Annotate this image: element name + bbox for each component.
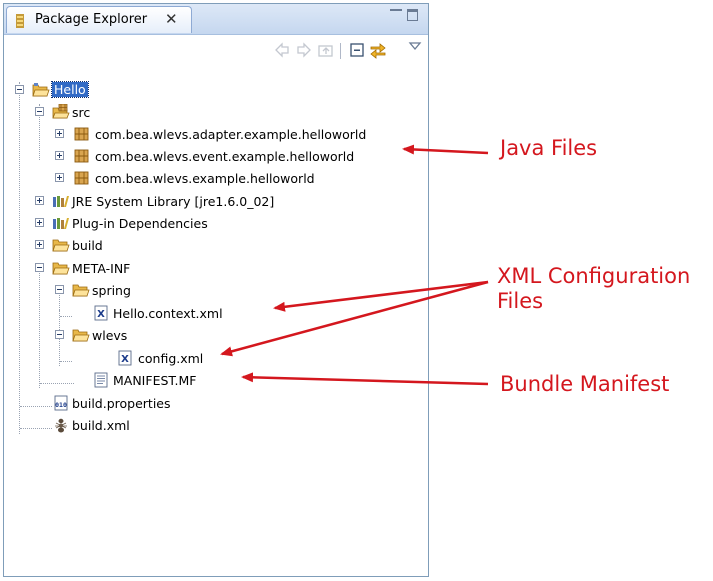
arrow-java-files	[402, 144, 489, 155]
arrow-xml-config	[220, 280, 489, 357]
annotation-xml-line1: XML Configuration	[497, 264, 691, 288]
annotation-arrows	[220, 144, 489, 386]
annotation-bundle-manifest: Bundle Manifest	[500, 372, 670, 396]
arrow-bundle-manifest	[241, 372, 489, 386]
annotation-java-files: Java Files	[500, 136, 598, 160]
arrow-xml-context	[273, 280, 489, 312]
annotation-xml-line2: Files	[497, 289, 544, 313]
